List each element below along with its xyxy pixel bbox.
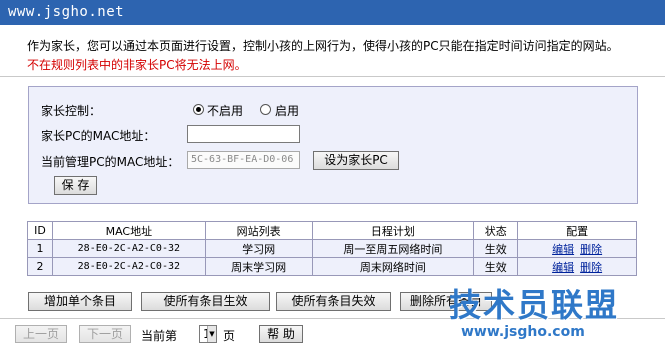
current-page-label: 当前第 [141, 329, 178, 343]
title-bar: www.jsgho.net [0, 0, 665, 25]
chevron-down-icon: ▼ [207, 326, 216, 342]
save-button[interactable]: 保 存 [54, 176, 97, 195]
page-unit-label: 页 [223, 329, 236, 343]
cell-config: 编辑 删除 [517, 239, 637, 258]
description-text: 作为家长，您可以通过本页面进行设置，控制小孩的上网行为，使得小孩的PC只能在指定… [27, 39, 619, 53]
cell-mac: 28-E0-2C-A2-C0-32 [51, 239, 206, 258]
cell-sites: 周末学习网 [204, 257, 313, 276]
set-parent-pc-button[interactable]: 设为家长PC [313, 151, 399, 170]
col-header-sites: 网站列表 [204, 221, 313, 240]
current-mac-label: 当前管理PC的MAC地址： [41, 155, 180, 169]
edit-link[interactable]: 编辑 [552, 261, 574, 274]
col-header-config: 配置 [517, 221, 637, 240]
col-header-schedule: 日程计划 [311, 221, 475, 240]
radio-disable-label[interactable]: 不启用 [207, 102, 243, 119]
rules-table: ID MAC地址 网站列表 日程计划 状态 配置 1 28-E0-2C-A2-C… [27, 221, 637, 276]
radio-disable[interactable] [193, 104, 204, 115]
table-header-row: ID MAC地址 网站列表 日程计划 状态 配置 [27, 221, 637, 240]
table-row: 1 28-E0-2C-A2-C0-32 学习网 周一至周五网络时间 生效 编辑删… [27, 239, 637, 258]
edit-link[interactable]: 编辑 [552, 243, 574, 256]
settings-panel [28, 86, 638, 204]
window-title: www.jsgho.net [8, 4, 125, 20]
warning-text: 不在规则列表中的非家长PC将无法上网。 [27, 58, 247, 72]
parental-control-label: 家长控制： [41, 104, 102, 118]
watermark-url: www.jsgho.com [461, 324, 585, 340]
cell-id: 1 [27, 239, 53, 258]
col-header-id: ID [27, 221, 53, 240]
radio-enable-label[interactable]: 启用 [275, 102, 299, 119]
divider [0, 76, 665, 77]
cell-status: 生效 [473, 257, 519, 276]
cell-schedule: 周末网络时间 [311, 257, 475, 276]
cell-config: 编辑 删除 [517, 257, 637, 276]
next-page-button[interactable]: 下一页 [79, 325, 131, 343]
delete-link[interactable]: 删除 [580, 243, 602, 256]
cell-schedule: 周一至周五网络时间 [311, 239, 475, 258]
cell-status: 生效 [473, 239, 519, 258]
radio-enable[interactable] [260, 104, 271, 115]
disable-all-button[interactable]: 使所有条目失效 [276, 292, 391, 311]
add-entry-button[interactable]: 增加单个条目 [28, 292, 132, 311]
table-row: 2 28-E0-2C-A2-C0-32 周末学习网 周末网络时间 生效 编辑 删除 [27, 257, 637, 276]
prev-page-button[interactable]: 上一页 [15, 325, 67, 343]
cell-sites: 学习网 [204, 239, 313, 258]
current-mac-field: 5C-63-BF-EA-D0-06 [187, 151, 300, 169]
enable-all-button[interactable]: 使所有条目生效 [141, 292, 270, 311]
parent-mac-label: 家长PC的MAC地址： [41, 129, 156, 143]
col-header-mac: MAC地址 [51, 221, 206, 240]
page-select[interactable]: 1 ▼ [199, 325, 217, 343]
cell-id: 2 [27, 257, 53, 276]
help-button[interactable]: 帮 助 [259, 325, 303, 343]
parent-mac-input[interactable] [187, 125, 300, 143]
cell-mac: 28-E0-2C-A2-C0-32 [51, 257, 206, 276]
watermark: 技术员联盟 www.jsgho.com [425, 280, 655, 346]
delete-link[interactable]: 删除 [580, 261, 602, 274]
col-header-status: 状态 [473, 221, 519, 240]
watermark-title: 技术员联盟 [449, 286, 620, 324]
